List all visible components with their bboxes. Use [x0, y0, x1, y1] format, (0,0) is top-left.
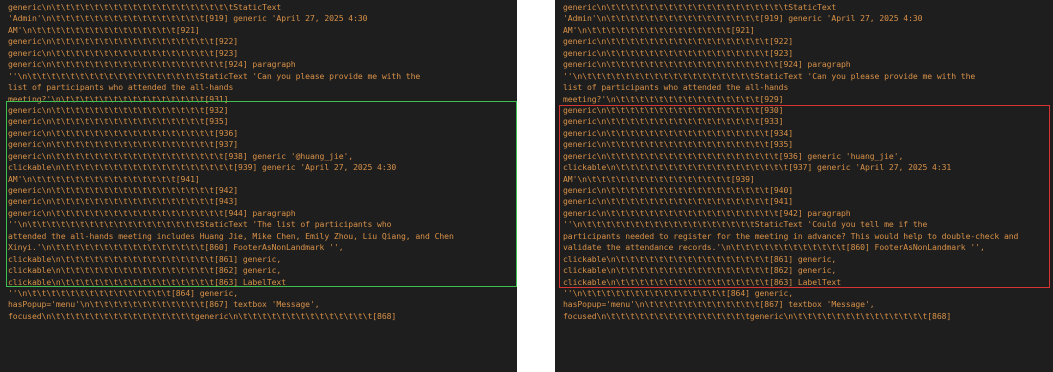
right-code-line: generic\n\t\t\t\t\t\t\t\t\t\t\t\t\t\t\t\…: [563, 36, 794, 47]
right-code-line: clickable\n\t\t\t\t\t\t\t\t\t\t\t\t\t\t\…: [563, 253, 837, 264]
right-code-line: list of participants who attended the al…: [563, 82, 789, 93]
right-code-line: generic\n\t\t\t\t\t\t\t\t\t\t\t\t\t\t\t\…: [563, 127, 794, 138]
left-code-line: ''\n\t\t\t\t\t\t\t\t\t\t\t\t\t\t\t\t\t\t…: [8, 219, 392, 230]
left-code-line: meeting?'\n\t\t\t\t\t\t\t\t\t\t\t\t\t\t\…: [8, 93, 229, 104]
right-code-panel: generic\n\t\t\t\t\t\t\t\t\t\t\t\t\t\t\t\…: [555, 0, 1053, 372]
left-code-line: clickable\n\t\t\t\t\t\t\t\t\t\t\t\t\t\t\…: [8, 162, 397, 173]
left-code-line: generic\n\t\t\t\t\t\t\t\t\t\t\t\t\t\t\t\…: [8, 185, 239, 195]
right-code-line: clickable\n\t\t\t\t\t\t\t\t\t\t\t\t\t\t\…: [563, 265, 837, 276]
left-code-line: clickable\n\t\t\t\t\t\t\t\t\t\t\t\t\t\t\…: [8, 265, 282, 276]
right-code-line: generic\n\t\t\t\t\t\t\t\t\t\t\t\t\t\t\t\…: [563, 150, 904, 161]
right-code-line: meeting?'\n\t\t\t\t\t\t\t\t\t\t\t\t\t\t\…: [563, 93, 784, 104]
right-code-line: clickable\n\t\t\t\t\t\t\t\t\t\t\t\t\t\t\…: [563, 276, 841, 287]
left-code-line: generic\n\t\t\t\t\t\t\t\t\t\t\t\t\t\t\t\…: [8, 116, 229, 127]
right-code-line: 'Admin'\n\t\t\t\t\t\t\t\t\t\t\t\t\t\t\t\…: [563, 13, 923, 24]
right-code-line: ''\n\t\t\t\t\t\t\t\t\t\t\t\t\t\t\t[864] …: [563, 287, 794, 298]
left-code-line: ''\n\t\t\t\t\t\t\t\t\t\t\t\t\t\t\t[864] …: [8, 287, 239, 298]
left-code-line: 'Admin'\n\t\t\t\t\t\t\t\t\t\t\t\t\t\t\t\…: [8, 13, 368, 24]
right-code-line: generic\n\t\t\t\t\t\t\t\t\t\t\t\t\t\t\t\…: [563, 2, 837, 12]
left-code-line: clickable\n\t\t\t\t\t\t\t\t\t\t\t\t\t\t\…: [8, 276, 286, 287]
right-code-line: generic\n\t\t\t\t\t\t\t\t\t\t\t\t\t\t\t\…: [563, 104, 784, 115]
left-code-line: generic\n\t\t\t\t\t\t\t\t\t\t\t\t\t\t\t\…: [8, 2, 282, 12]
left-code-line: generic\n\t\t\t\t\t\t\t\t\t\t\t\t\t\t\t\…: [8, 127, 239, 138]
left-code-line: generic\n\t\t\t\t\t\t\t\t\t\t\t\t\t\t\t\…: [8, 47, 239, 58]
right-code-line: generic\n\t\t\t\t\t\t\t\t\t\t\t\t\t\t\t\…: [563, 185, 794, 195]
left-code-line: generic\n\t\t\t\t\t\t\t\t\t\t\t\t\t\t\t\…: [8, 150, 354, 161]
left-code-line: attended the all-hands meeting includes …: [8, 230, 454, 241]
right-code-line: generic\n\t\t\t\t\t\t\t\t\t\t\t\t\t\t\t\…: [563, 196, 794, 207]
right-code-line: generic\n\t\t\t\t\t\t\t\t\t\t\t\t\t\t\t\…: [563, 116, 784, 127]
left-code-line: generic\n\t\t\t\t\t\t\t\t\t\t\t\t\t\t\t\…: [8, 139, 239, 150]
left-code-line: hasPopup='menu'\n\t\t\t\t\t\t\t\t\t\t\t\…: [8, 299, 320, 310]
left-code-panel: generic\n\t\t\t\t\t\t\t\t\t\t\t\t\t\t\t\…: [0, 0, 517, 372]
right-code-line: hasPopup='menu'\n\t\t\t\t\t\t\t\t\t\t\t\…: [563, 299, 875, 310]
right-code-line: generic\n\t\t\t\t\t\t\t\t\t\t\t\t\t\t\t\…: [563, 207, 851, 218]
left-code-line: generic\n\t\t\t\t\t\t\t\t\t\t\t\t\t\t\t\…: [8, 36, 239, 47]
left-code-line: AM'\n\t\t\t\t\t\t\t\t\t\t\t\t\t\t\t[921]: [8, 24, 200, 35]
right-code-line: focused\n\t\t\t\t\t\t\t\t\t\t\t\t\t\t\tg…: [563, 310, 952, 321]
right-code-line: participants needed to register for the …: [563, 230, 1019, 241]
right-code-line: validate the attendance records.'\n\t\t\…: [563, 242, 985, 253]
left-code-line: ''\n\t\t\t\t\t\t\t\t\t\t\t\t\t\t\t\t\t\t…: [8, 70, 421, 81]
right-code-line: clickable\n\t\t\t\t\t\t\t\t\t\t\t\t\t\t\…: [563, 162, 952, 173]
left-code-line: generic\n\t\t\t\t\t\t\t\t\t\t\t\t\t\t\t\…: [8, 207, 296, 218]
right-code-line: ''\n\t\t\t\t\t\t\t\t\t\t\t\t\t\t\t\t\t\t…: [563, 219, 928, 230]
right-code-line: AM'\n\t\t\t\t\t\t\t\t\t\t\t\t\t\t\t[939]: [563, 173, 755, 184]
left-code-line: AM'\n\t\t\t\t\t\t\t\t\t\t\t\t\t\t\t[941]: [8, 173, 200, 184]
left-code-line: list of participants who attended the al…: [8, 82, 234, 93]
left-code-line: clickable\n\t\t\t\t\t\t\t\t\t\t\t\t\t\t\…: [8, 253, 282, 264]
left-code-line: generic\n\t\t\t\t\t\t\t\t\t\t\t\t\t\t\t\…: [8, 196, 239, 207]
right-code-line: generic\n\t\t\t\t\t\t\t\t\t\t\t\t\t\t\t\…: [563, 59, 851, 70]
left-code-line: generic\n\t\t\t\t\t\t\t\t\t\t\t\t\t\t\t\…: [8, 104, 229, 115]
right-code-line: ''\n\t\t\t\t\t\t\t\t\t\t\t\t\t\t\t\t\t\t…: [563, 70, 976, 81]
right-code-line: generic\n\t\t\t\t\t\t\t\t\t\t\t\t\t\t\t\…: [563, 139, 794, 150]
left-code-line: generic\n\t\t\t\t\t\t\t\t\t\t\t\t\t\t\t\…: [8, 59, 296, 70]
right-code-line: generic\n\t\t\t\t\t\t\t\t\t\t\t\t\t\t\t\…: [563, 47, 794, 58]
left-code-line: Xinyi.'\n\t\t\t\t\t\t\t\t\t\t\t\t\t\t\t\…: [8, 242, 344, 253]
right-code-line: AM'\n\t\t\t\t\t\t\t\t\t\t\t\t\t\t\t[921]: [563, 24, 755, 35]
left-code-line: focused\n\t\t\t\t\t\t\t\t\t\t\t\t\t\t\tg…: [8, 310, 397, 321]
